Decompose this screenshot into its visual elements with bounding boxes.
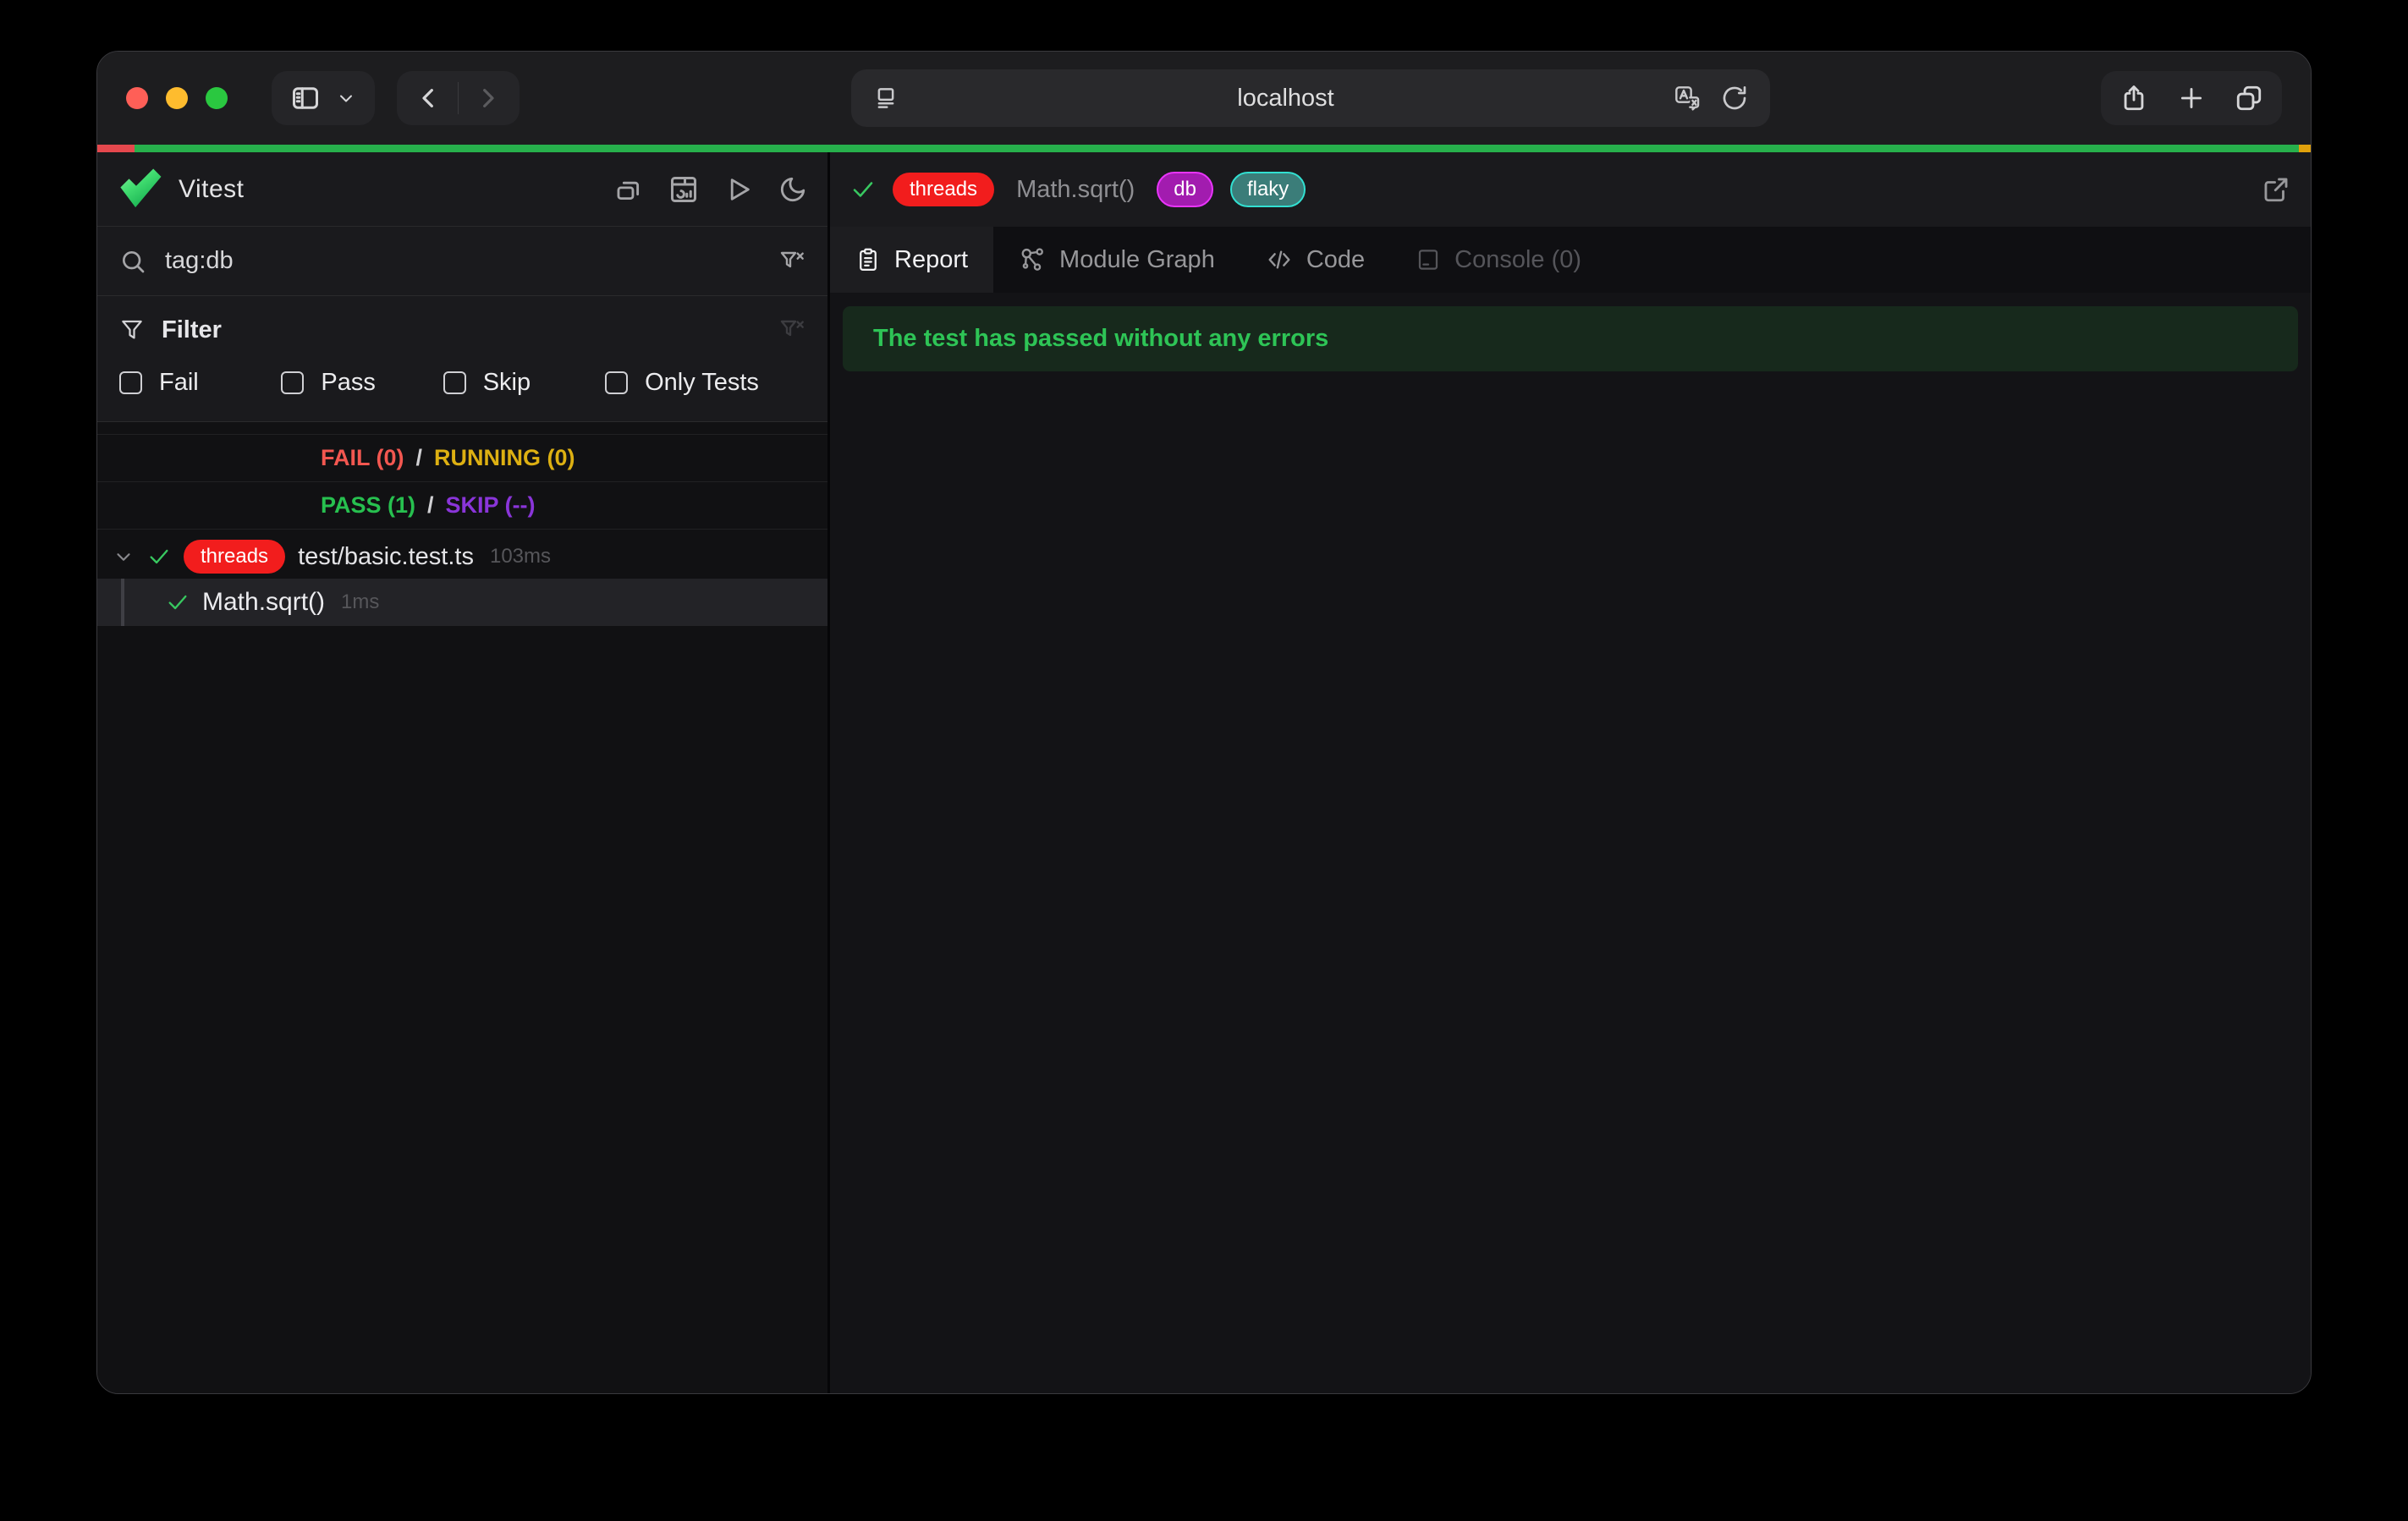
status-row-pass-skip: PASS (1) / SKIP (--) [97,482,827,530]
test-duration: 1ms [341,590,379,614]
window-controls [126,87,228,109]
checkbox [605,371,628,394]
nav-separator [458,82,459,114]
indent-guide [121,579,124,626]
chevron-down-icon[interactable] [336,88,356,108]
filter-checkbox-only-tests[interactable]: Only Tests [605,369,805,397]
filter-checkbox-fail[interactable]: Fail [119,369,281,397]
sidebar: Vitest [97,152,827,1393]
checkbox [443,371,466,394]
progress-fail-segment [97,145,135,152]
pass-count: PASS (1) [321,492,415,519]
address-bar[interactable]: localhost [851,69,1770,127]
reload-icon[interactable] [1721,85,1748,112]
tab-report[interactable]: Report [830,227,993,293]
console-icon [1416,247,1441,272]
search-input[interactable] [165,247,760,275]
pool-badge: threads [893,173,994,207]
checkbox [281,371,304,394]
filter-options: Fail Pass Skip Only Tests [119,359,805,406]
app-title: Vitest [179,175,245,204]
test-title: Math.sqrt() [1016,176,1135,204]
pass-message: The test has passed without any errors [843,306,2298,371]
sidebar-toggle-group [272,71,375,125]
checkbox [119,371,142,394]
collapse-panels-icon[interactable] [614,175,643,204]
module-graph-icon [1019,246,1046,273]
status-row-fail-running: FAIL (0) / RUNNING (0) [97,435,827,482]
filter-checkbox-pass[interactable]: Pass [281,369,443,397]
tree-row-test-selected[interactable]: Math.sqrt() 1ms [97,579,827,626]
code-icon [1266,246,1293,273]
test-tree: threads test/basic.test.ts 103ms Math.sq… [97,535,827,626]
tab-console[interactable]: Console (0) [1390,227,1607,293]
report-panel: The test has passed without any errors [830,293,2311,1393]
vitest-logo [118,167,163,212]
filter-title: Filter [162,316,222,344]
close-button[interactable] [126,87,148,109]
pass-check-icon [147,545,171,568]
pool-badge: threads [184,540,285,574]
new-tab-icon[interactable] [2177,84,2206,113]
tab-bar: Report Module Graph Code [830,227,2311,293]
skip-count: SKIP (--) [446,492,536,519]
filter-clear-disabled-icon[interactable] [778,316,805,343]
browser-toolbar: localhost [97,52,2311,145]
toolbar-right-group [2101,71,2282,125]
main-panel: threads Math.sqrt() db flaky Report [827,152,2311,1393]
tree-row-file[interactable]: threads test/basic.test.ts 103ms [97,535,827,579]
main-header: threads Math.sqrt() db flaky [830,152,2311,227]
tab-code[interactable]: Code [1240,227,1390,293]
run-all-icon[interactable] [724,175,753,204]
dashboard-icon[interactable] [668,174,699,205]
back-icon[interactable] [415,85,443,112]
tag-flaky: flaky [1230,172,1306,207]
file-name: test/basic.test.ts [298,543,474,571]
nav-buttons [397,71,520,125]
file-duration: 103ms [490,545,551,568]
tab-module-graph[interactable]: Module Graph [993,227,1240,293]
minimize-button[interactable] [166,87,188,109]
url-text[interactable]: localhost [899,85,1674,113]
search-icon [119,248,146,275]
sidebar-header: Vitest [97,152,827,227]
filter-clear-icon[interactable] [778,248,805,275]
progress-skip-segment [2299,145,2311,152]
translate-icon[interactable] [1674,85,1701,112]
zoom-button[interactable] [206,87,228,109]
forward-icon[interactable] [474,85,501,112]
pass-check-icon [850,177,876,202]
filter-checkbox-skip[interactable]: Skip [443,369,605,397]
reader-icon[interactable] [873,85,899,111]
fail-count: FAIL (0) [321,445,404,471]
progress-pass-segment [135,145,2299,152]
funnel-icon [119,317,145,343]
sidebar-icon[interactable] [290,83,321,113]
share-icon[interactable] [2119,84,2148,113]
pass-check-icon [166,590,190,614]
browser-window: localhost [96,51,2312,1394]
open-external-icon[interactable] [2262,175,2290,204]
filter-section: Filter Fail Pass [97,296,827,422]
test-progress-bar [97,145,2311,152]
status-summary: FAIL (0) / RUNNING (0) PASS (1) / SKIP (… [97,434,827,530]
search-bar [97,227,827,296]
running-count: RUNNING (0) [434,445,575,471]
report-icon [855,247,881,272]
chevron-down-icon[interactable] [113,546,135,568]
dark-mode-icon[interactable] [778,175,807,204]
test-name: Math.sqrt() [202,588,325,617]
tab-overview-icon[interactable] [2235,84,2263,113]
tag-db: db [1157,172,1213,207]
